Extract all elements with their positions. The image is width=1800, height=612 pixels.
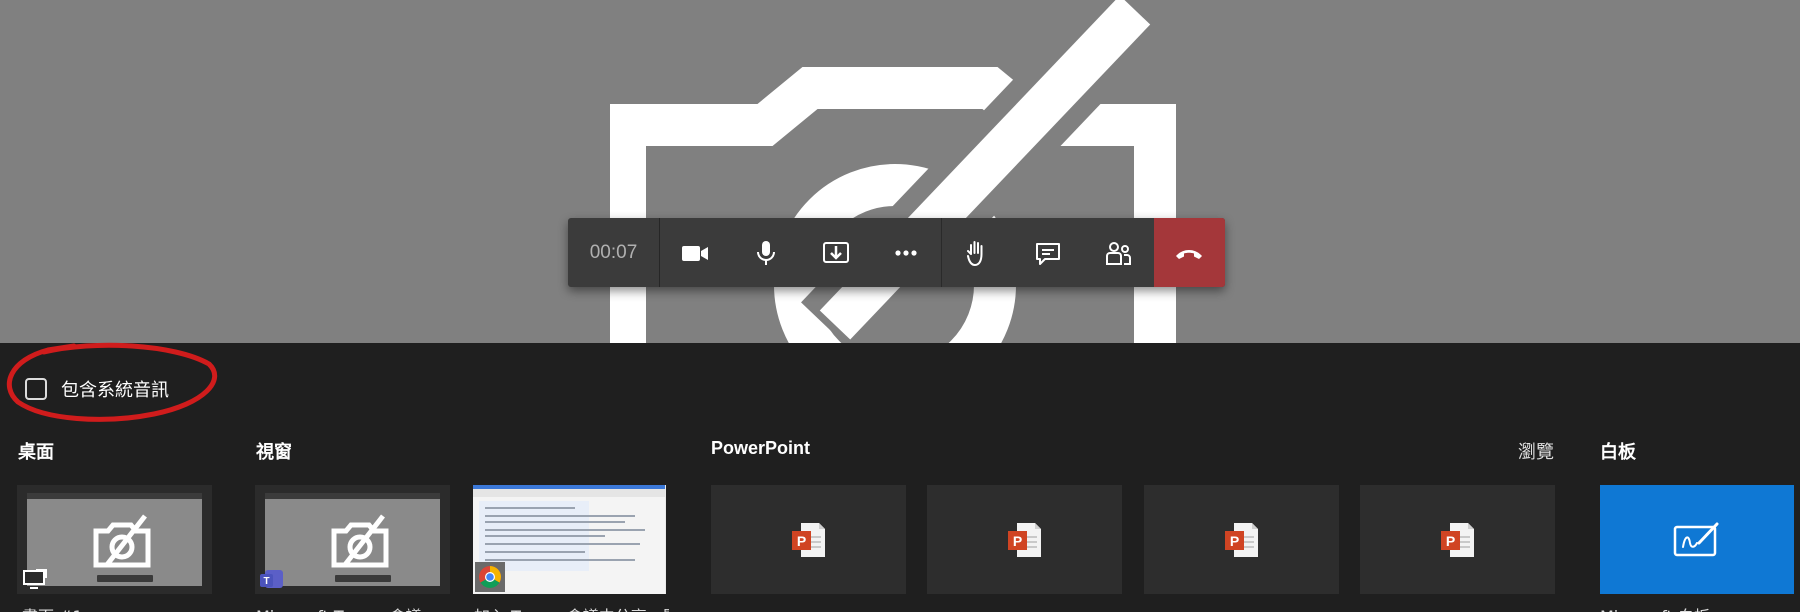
screen-share-icon — [23, 569, 47, 589]
powerpoint-file-tile[interactable]: P — [927, 485, 1122, 594]
chrome-icon — [475, 562, 505, 592]
system-audio-checkbox[interactable] — [25, 378, 47, 400]
thumbnail-call-bar — [97, 575, 153, 582]
participants-button[interactable] — [1083, 218, 1154, 287]
svg-text:P: P — [1229, 533, 1238, 549]
more-options-button[interactable] — [872, 218, 942, 287]
thumbnail-text-line — [485, 535, 605, 537]
powerpoint-file-tile[interactable]: P — [711, 485, 906, 594]
share-tray-button[interactable] — [801, 218, 872, 287]
section-title-window: 視窗 — [256, 442, 292, 462]
camera-off-icon — [610, 0, 1176, 343]
desktop-share-tile[interactable] — [17, 485, 212, 594]
camera-off-icon — [331, 514, 389, 568]
thumbnail-call-bar — [335, 575, 391, 582]
thumbnail-text-line — [485, 529, 645, 531]
tile-label: Microsoft Teams 會議 — [256, 603, 451, 612]
include-system-audio-toggle[interactable]: 包含系統音訊 — [25, 376, 169, 402]
tile-label: 加入 Teams 會議中分享 - 影 — [474, 603, 669, 612]
call-timer: 00:07 — [568, 218, 660, 287]
desktop-thumbnail — [27, 493, 202, 586]
thumbnail-text-line — [485, 551, 585, 553]
share-tray-icon — [823, 241, 850, 263]
teams-window-tile[interactable]: T — [255, 485, 450, 594]
whiteboard-icon — [1673, 522, 1719, 556]
hang-up-icon — [1176, 249, 1202, 259]
video-area — [0, 0, 1800, 343]
thumbnail-text-line — [485, 559, 635, 561]
section-title-whiteboard: 白板 — [1600, 442, 1636, 462]
camera-icon — [682, 245, 709, 261]
whiteboard-tile[interactable] — [1600, 485, 1794, 594]
participants-icon — [1106, 241, 1132, 265]
chat-button[interactable] — [1013, 218, 1084, 287]
more-options-icon — [895, 249, 917, 256]
svg-text:T: T — [263, 576, 269, 587]
powerpoint-icon: P — [1007, 522, 1041, 557]
teams-window-thumbnail — [265, 493, 440, 586]
microphone-icon — [756, 240, 775, 265]
chat-icon — [1035, 242, 1060, 265]
system-audio-label: 包含系統音訊 — [61, 380, 169, 401]
powerpoint-icon: P — [1224, 522, 1258, 557]
camera-off-icon — [93, 514, 151, 568]
powerpoint-file-tile[interactable]: P — [1144, 485, 1339, 594]
thumbnail-titlebar — [265, 493, 440, 499]
thumbnail-text-line — [485, 521, 625, 523]
powerpoint-file-tile[interactable]: P — [1360, 485, 1555, 594]
browse-button[interactable]: 瀏覽 — [1518, 438, 1554, 464]
tile-label: 畫面 #1 — [22, 603, 207, 612]
chrome-window-tile[interactable] — [473, 485, 666, 594]
svg-text:P: P — [1012, 533, 1021, 549]
camera-button[interactable] — [660, 218, 731, 287]
thumbnail-titlebar — [27, 493, 202, 499]
powerpoint-icon: P — [791, 522, 825, 557]
thumbnail-text-line — [485, 507, 575, 509]
microphone-button[interactable] — [731, 218, 802, 287]
call-control-bar: 00:07 — [568, 218, 1225, 287]
raise-hand-button[interactable] — [942, 218, 1013, 287]
section-title-powerpoint: PowerPoint — [711, 438, 811, 458]
powerpoint-icon: P — [1440, 522, 1474, 557]
raise-hand-icon — [967, 240, 983, 266]
thumbnail-text-line — [485, 543, 640, 545]
section-title-desktop: 桌面 — [18, 442, 54, 462]
teams-icon: T — [260, 570, 283, 588]
svg-text:P: P — [1445, 533, 1454, 549]
thumbnail-toolbar — [473, 489, 665, 497]
svg-text:P: P — [796, 533, 805, 549]
thumbnail-text-line — [485, 515, 635, 517]
hang-up-button[interactable] — [1153, 218, 1225, 287]
tile-label: Microsoft 白板 — [1600, 603, 1794, 612]
